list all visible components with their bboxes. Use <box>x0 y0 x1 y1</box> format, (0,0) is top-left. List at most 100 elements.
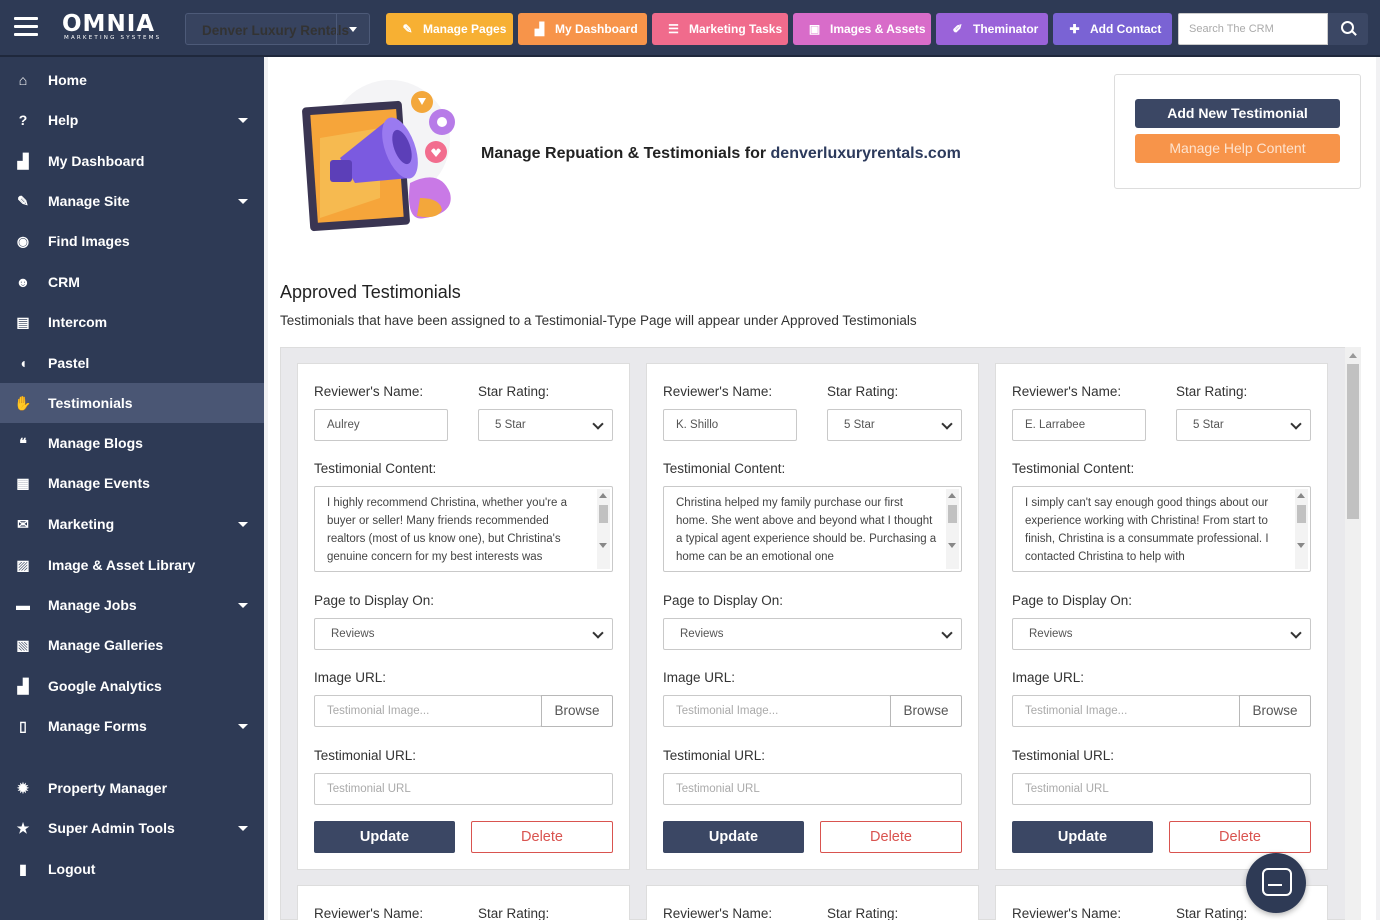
reviewer-name-label: Reviewer's Name: <box>1012 384 1122 399</box>
scroll-up-icon[interactable] <box>1349 353 1357 358</box>
add-testimonial-button[interactable]: Add New Testimonial <box>1135 99 1340 128</box>
star-rating-label: Star Rating: <box>827 906 899 920</box>
caret-down-icon[interactable] <box>238 522 248 527</box>
lock-icon: ▮ <box>19 861 27 877</box>
caret-down-icon[interactable] <box>238 826 248 831</box>
search-input[interactable] <box>1178 13 1328 45</box>
testimonial-content-text: I simply can't say enough good things ab… <box>1025 497 1269 563</box>
sidebar-item-find-images[interactable]: ◉ Find Images <box>0 221 264 261</box>
reviewer-name-input[interactable]: K. Shillo <box>663 409 797 441</box>
image-url-input[interactable]: Testimonial Image... <box>314 695 542 727</box>
sidebar-item-image-asset-library[interactable]: ▨ Image & Asset Library <box>0 545 264 585</box>
sidebar-item-testimonials[interactable]: ✋ Testimonials <box>0 383 264 423</box>
theminator-button[interactable]: ✐ Theminator <box>936 13 1048 45</box>
sidebar-item-pastel[interactable]: ◖ Pastel <box>0 343 264 383</box>
camera-icon: ◉ <box>16 233 30 249</box>
scroll-down-icon[interactable] <box>1297 543 1305 548</box>
sidebar-item-property-manager[interactable]: ✹ Property Manager <box>0 768 264 808</box>
site-selector[interactable]: Denver Luxury Rentals <box>185 13 370 45</box>
update-button[interactable]: Update <box>1012 821 1153 853</box>
sidebar-item-home[interactable]: ⌂ Home <box>0 60 264 100</box>
textarea-scrollbar[interactable] <box>946 489 959 569</box>
caret-down-icon[interactable] <box>238 724 248 729</box>
sidebar-item-label: Manage Blogs <box>48 435 143 451</box>
search-icon[interactable] <box>1328 13 1368 45</box>
scroll-up-icon[interactable] <box>1297 493 1305 498</box>
chat-icon[interactable] <box>1246 853 1306 913</box>
sidebar-item-my-dashboard[interactable]: ▟ My Dashboard <box>0 141 264 181</box>
sidebar-item-intercom[interactable]: ▤ Intercom <box>0 302 264 342</box>
sidebar-item-label: Find Images <box>48 233 130 249</box>
sidebar-item-google-analytics[interactable]: ▟ Google Analytics <box>0 666 264 706</box>
page-display-label: Page to Display On: <box>314 593 435 608</box>
sidebar-item-help[interactable]: ? Help <box>0 100 264 140</box>
reviewer-name-label: Reviewer's Name: <box>663 384 773 399</box>
update-button[interactable]: Update <box>314 821 455 853</box>
scrollbar[interactable] <box>1345 347 1361 920</box>
testimonial-card: Reviewer's Name: Star Rating: E. Larrabee 5… <box>995 363 1328 870</box>
chevron-down-icon[interactable] <box>336 14 369 44</box>
caret-down-icon[interactable] <box>238 603 248 608</box>
my-dashboard-button[interactable]: ▟ My Dashboard <box>518 13 647 45</box>
hamburger-menu-icon[interactable] <box>14 17 38 37</box>
delete-button[interactable]: Delete <box>1169 821 1311 853</box>
page-display-select[interactable]: Reviews <box>314 618 613 650</box>
testimonial-url-input[interactable]: Testimonial URL <box>663 773 962 805</box>
sidebar-item-marketing[interactable]: ✉ Marketing <box>0 504 264 544</box>
page-display-select[interactable]: Reviews <box>663 618 962 650</box>
sidebar-item-logout[interactable]: ▮ Logout <box>0 849 264 889</box>
scroll-up-icon[interactable] <box>948 493 956 498</box>
page-display-select[interactable]: Reviews <box>1012 618 1311 650</box>
reviewer-name-input[interactable]: E. Larrabee <box>1012 409 1146 441</box>
sidebar-item-crm[interactable]: ☻ CRM <box>0 262 264 302</box>
update-button[interactable]: Update <box>663 821 804 853</box>
caret-down-icon[interactable] <box>238 199 248 204</box>
browse-button[interactable]: Browse <box>541 695 613 727</box>
delete-button[interactable]: Delete <box>471 821 613 853</box>
sidebar-item-super-admin-tools[interactable]: ★ Super Admin Tools <box>0 808 264 848</box>
delete-button[interactable]: Delete <box>820 821 962 853</box>
omnia-logo[interactable]: OMNIA MARKETING SYSTEMS <box>62 13 161 42</box>
intercom-icon: ▤ <box>16 314 30 330</box>
star-rating-select[interactable]: 5 Star <box>478 409 613 441</box>
sidebar-item-manage-forms[interactable]: ▯ Manage Forms <box>0 706 264 746</box>
sidebar-item-manage-blogs[interactable]: ❝ Manage Blogs <box>0 423 264 463</box>
scrollbar-thumb[interactable] <box>1347 364 1359 519</box>
star-rating-label: Star Rating: <box>1176 384 1248 399</box>
button-label: Images & Assets <box>830 22 926 36</box>
sidebar-item-manage-events[interactable]: ▦ Manage Events <box>0 463 264 503</box>
testimonial-content-textarea[interactable]: Christina helped my family purchase our … <box>663 486 962 572</box>
scrollbar-thumb[interactable] <box>948 505 957 523</box>
textarea-scrollbar[interactable] <box>597 489 610 569</box>
pastel-icon: ◖ <box>18 355 28 371</box>
reviewer-name-input[interactable]: Aulrey <box>314 409 448 441</box>
scroll-down-icon[interactable] <box>948 543 956 548</box>
sidebar-item-label: My Dashboard <box>48 153 145 169</box>
scroll-down-icon[interactable] <box>599 543 607 548</box>
browse-button[interactable]: Browse <box>890 695 962 727</box>
sidebar-item-manage-galleries[interactable]: ▧ Manage Galleries <box>0 625 264 665</box>
briefcase-icon: ▬ <box>16 597 30 613</box>
browse-button[interactable]: Browse <box>1239 695 1311 727</box>
marketing-tasks-button[interactable]: ☰ Marketing Tasks <box>652 13 788 45</box>
sidebar-item-manage-jobs[interactable]: ▬ Manage Jobs <box>0 585 264 625</box>
scrollbar-thumb[interactable] <box>1297 505 1306 523</box>
testimonial-content-textarea[interactable]: I simply can't say enough good things ab… <box>1012 486 1311 572</box>
manage-help-content-button[interactable]: Manage Help Content <box>1135 134 1340 163</box>
star-rating-select[interactable]: 5 Star <box>827 409 962 441</box>
sidebar-item-label: Super Admin Tools <box>48 820 175 836</box>
testimonial-url-input[interactable]: Testimonial URL <box>1012 773 1311 805</box>
image-url-input[interactable]: Testimonial Image... <box>1012 695 1240 727</box>
image-url-input[interactable]: Testimonial Image... <box>663 695 891 727</box>
images-assets-button[interactable]: ▣ Images & Assets <box>793 13 931 45</box>
star-rating-select[interactable]: 5 Star <box>1176 409 1311 441</box>
scroll-up-icon[interactable] <box>599 493 607 498</box>
textarea-scrollbar[interactable] <box>1295 489 1308 569</box>
add-contact-button[interactable]: ✚ Add Contact <box>1053 13 1172 45</box>
testimonial-content-textarea[interactable]: I highly recommend Christina, whether yo… <box>314 486 613 572</box>
scrollbar-thumb[interactable] <box>599 505 608 523</box>
testimonial-url-input[interactable]: Testimonial URL <box>314 773 613 805</box>
sidebar-item-manage-site[interactable]: ✎ Manage Site <box>0 181 264 221</box>
caret-down-icon[interactable] <box>238 118 248 123</box>
manage-pages-button[interactable]: ✎ Manage Pages <box>386 13 513 45</box>
